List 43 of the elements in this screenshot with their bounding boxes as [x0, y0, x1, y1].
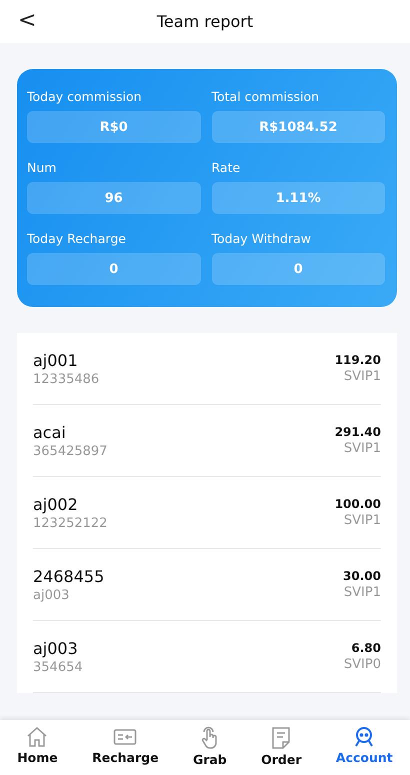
member-id: 123252122 [33, 516, 108, 530]
member-name: 2468455 [33, 566, 104, 586]
stat-label: Total commission [212, 89, 320, 104]
member-name: acai [33, 422, 67, 442]
member-id: aj003 [33, 588, 70, 602]
nav-tab[interactable]: Order [257, 720, 306, 775]
stat-label: Num [27, 160, 58, 175]
stat-label: Today Recharge [27, 231, 127, 246]
hand-icon [200, 726, 220, 750]
member-id: 354654 [33, 660, 83, 674]
stat-label: Today Withdraw [212, 231, 312, 246]
member-level: SVIP1 [344, 585, 381, 600]
nav-tab[interactable]: Account [332, 720, 397, 775]
member-amount: 30.00 [343, 569, 381, 583]
member-amount: 119.20 [334, 353, 381, 367]
member-amount: 6.80 [351, 641, 381, 655]
nav-tab[interactable]: Recharge [88, 720, 163, 775]
member-amount: 100.00 [334, 497, 381, 511]
nav-tab[interactable]: Home [13, 720, 62, 775]
stat-label: Today commission [27, 89, 143, 104]
stat-value: 0 [212, 253, 385, 285]
back-button[interactable]: < [12, 6, 42, 35]
stat-value: R$0 [27, 111, 200, 143]
member-id: 365425897 [33, 444, 108, 458]
member-amount: 291.40 [334, 425, 381, 439]
member-name: aj002 [33, 494, 79, 514]
member-level: SVIP1 [344, 369, 381, 384]
member-level: SVIP1 [344, 441, 381, 456]
nav-tab[interactable]: Grab [188, 720, 231, 775]
stat-label: Rate [212, 160, 242, 175]
stat-value: 0 [27, 253, 200, 285]
member-name: aj001 [33, 350, 79, 370]
member-level: SVIP0 [344, 657, 381, 672]
smiley-icon [353, 726, 376, 748]
home-icon [26, 726, 48, 748]
stat-value: R$1084.52 [212, 111, 385, 143]
member-level: SVIP1 [344, 513, 381, 528]
member-name: aj003 [33, 638, 79, 658]
page-title: Team report [156, 12, 254, 31]
stat-value: 1.11% [212, 182, 385, 214]
member-id: 12335486 [33, 372, 100, 386]
stat-value: 96 [27, 182, 200, 214]
document-icon [271, 726, 292, 750]
